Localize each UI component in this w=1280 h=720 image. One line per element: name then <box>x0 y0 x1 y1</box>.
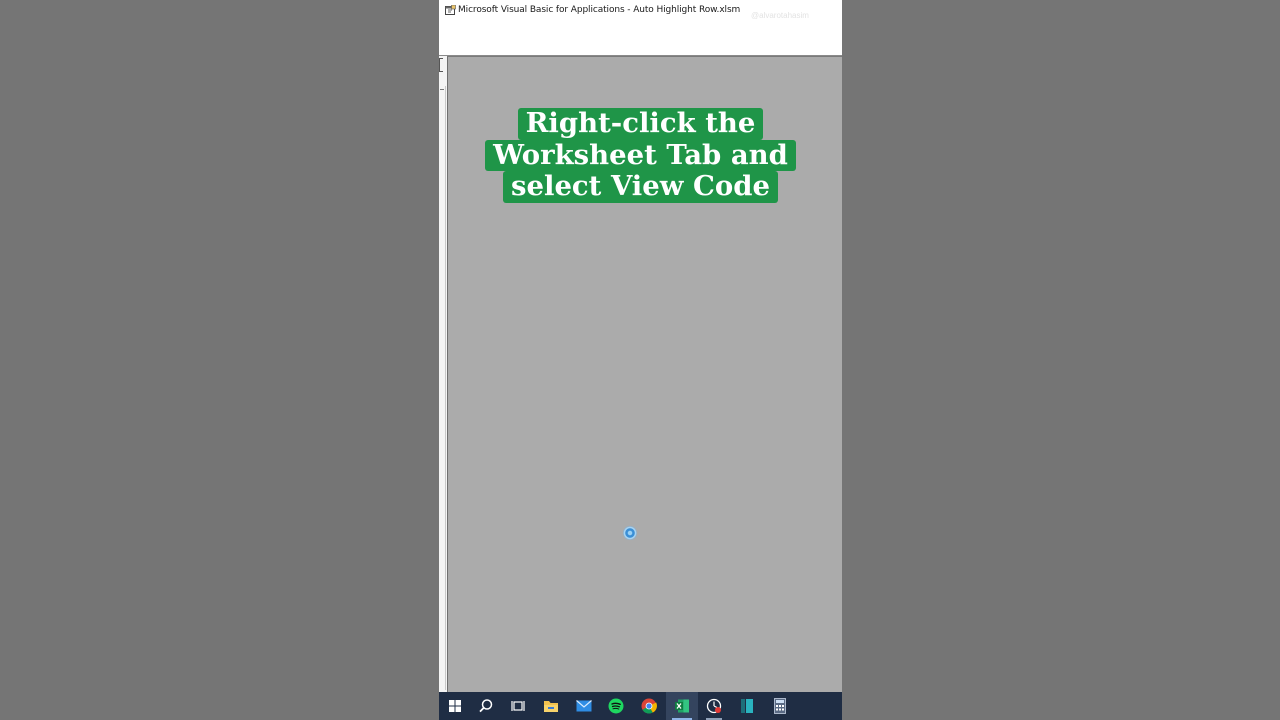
instruction-caption: Right-click the Worksheet Tab and select… <box>439 108 842 203</box>
app-icon[interactable] <box>731 692 763 720</box>
file-explorer-icon[interactable] <box>535 692 567 720</box>
window-title: Microsoft Visual Basic for Applications … <box>458 5 741 15</box>
windows-start-icon[interactable] <box>439 692 471 720</box>
chrome-icon[interactable] <box>633 692 665 720</box>
menu-toolbar-area <box>439 22 842 56</box>
screen: Microsoft Visual Basic for Applications … <box>0 0 1280 720</box>
calculator-icon[interactable] <box>764 692 796 720</box>
taskbar <box>439 692 842 720</box>
spotify-icon[interactable] <box>600 692 632 720</box>
busy-cursor-icon <box>623 526 637 540</box>
watermark: @alvarotahasim <box>751 11 809 20</box>
caption-line-1: Right-click the <box>517 108 764 140</box>
vba-window: Microsoft Visual Basic for Applications … <box>439 0 842 720</box>
search-icon[interactable] <box>470 692 502 720</box>
pane-dash <box>440 89 444 90</box>
caption-line-2: Worksheet Tab and <box>485 139 796 171</box>
mail-icon[interactable] <box>568 692 600 720</box>
pane-bracket <box>439 58 443 72</box>
task-view-icon[interactable] <box>502 692 534 720</box>
vba-app-icon <box>445 5 456 16</box>
title-bar[interactable]: Microsoft Visual Basic for Applications … <box>439 0 842 22</box>
excel-icon[interactable] <box>666 692 698 720</box>
screen-recorder-icon[interactable] <box>698 692 730 720</box>
caption-line-3: select View Code <box>503 171 778 203</box>
